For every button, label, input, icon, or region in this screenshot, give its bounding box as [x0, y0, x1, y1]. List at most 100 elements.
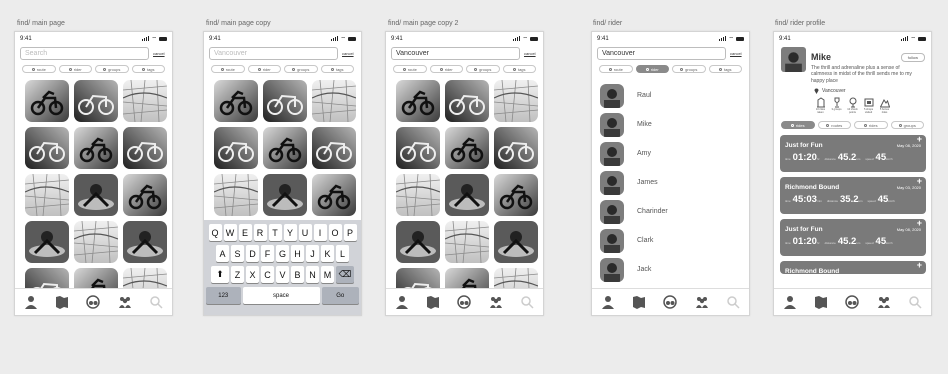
chip-rider[interactable]: rider: [635, 65, 669, 73]
follow-button[interactable]: follow: [900, 52, 925, 62]
map-icon[interactable]: [55, 295, 69, 309]
map-icon[interactable]: [632, 295, 646, 309]
result-tile[interactable]: [396, 174, 440, 216]
list-item[interactable]: Jack: [600, 255, 741, 284]
search-icon[interactable]: [908, 295, 922, 309]
chip-rider[interactable]: rider: [429, 65, 463, 73]
chip-tags[interactable]: tags: [320, 65, 354, 73]
chip-rider[interactable]: rider: [247, 65, 281, 73]
chip-tags[interactable]: tags: [131, 65, 165, 73]
ride-card[interactable]: + Just for Fun May 08, 2020 time 01:20 hr d…: [780, 218, 926, 257]
result-tile[interactable]: [263, 174, 307, 216]
chip-tags[interactable]: tags: [502, 65, 536, 73]
result-tile[interactable]: [74, 127, 118, 169]
chip-route[interactable]: route: [22, 65, 56, 73]
chip-groups[interactable]: groups: [284, 65, 318, 73]
community-icon[interactable]: [118, 295, 132, 309]
list-item[interactable]: Mike: [600, 110, 741, 139]
key-123[interactable]: 123: [206, 287, 241, 304]
result-tile[interactable]: [445, 221, 489, 263]
search-icon[interactable]: [149, 295, 163, 309]
key-p[interactable]: P: [343, 224, 357, 241]
key-b[interactable]: B: [291, 266, 304, 283]
chip-rider[interactable]: rider: [58, 65, 92, 73]
add-icon[interactable]: +: [917, 260, 922, 270]
chip-tags[interactable]: tags: [708, 65, 742, 73]
result-tile[interactable]: [312, 127, 356, 169]
cancel-link[interactable]: cancel: [730, 51, 744, 56]
key-z[interactable]: Z: [231, 266, 244, 283]
cancel-link[interactable]: cancel: [342, 51, 356, 56]
result-tile[interactable]: [214, 174, 258, 216]
key-x[interactable]: X: [246, 266, 259, 283]
key-u[interactable]: U: [298, 224, 312, 241]
shift-icon[interactable]: ⬆: [211, 266, 229, 283]
result-tile[interactable]: [494, 174, 538, 216]
key-f[interactable]: F: [261, 245, 274, 262]
community-icon[interactable]: [489, 295, 503, 309]
add-icon[interactable]: +: [917, 218, 922, 228]
key-j[interactable]: J: [306, 245, 319, 262]
result-tile[interactable]: [123, 174, 167, 216]
result-tile[interactable]: [312, 174, 356, 216]
result-tile[interactable]: [312, 80, 356, 122]
list-item[interactable]: Amy: [600, 139, 741, 168]
result-tile[interactable]: [25, 80, 69, 122]
key-r[interactable]: R: [253, 224, 267, 241]
chip-route[interactable]: route: [599, 65, 633, 73]
result-tile[interactable]: [494, 80, 538, 122]
motorcycle-icon[interactable]: [845, 295, 860, 309]
community-icon[interactable]: [877, 295, 891, 309]
key-n[interactable]: N: [306, 266, 319, 283]
key-h[interactable]: H: [291, 245, 304, 262]
result-tile[interactable]: [263, 127, 307, 169]
key-o[interactable]: O: [328, 224, 342, 241]
list-item[interactable]: James: [600, 168, 741, 197]
profile-icon[interactable]: [783, 295, 797, 309]
backspace-icon[interactable]: ⌫: [336, 266, 354, 283]
result-tile[interactable]: [263, 80, 307, 122]
ride-card[interactable]: + Richmond Bound: [780, 260, 926, 275]
key-w[interactable]: W: [223, 224, 237, 241]
key-s[interactable]: S: [231, 245, 244, 262]
result-tile[interactable]: [25, 127, 69, 169]
key-i[interactable]: I: [313, 224, 327, 241]
result-tile[interactable]: [214, 80, 258, 122]
profile-icon[interactable]: [601, 295, 615, 309]
key-t[interactable]: T: [268, 224, 282, 241]
result-tile[interactable]: [396, 221, 440, 263]
result-tile[interactable]: [74, 80, 118, 122]
key-m[interactable]: M: [321, 266, 334, 283]
key-c[interactable]: C: [261, 266, 274, 283]
key-a[interactable]: A: [216, 245, 229, 262]
cancel-link[interactable]: cancel: [153, 51, 167, 56]
result-tile[interactable]: [445, 174, 489, 216]
result-tile[interactable]: [25, 174, 69, 216]
search-input[interactable]: Vancouver: [597, 47, 726, 60]
result-tile[interactable]: [123, 80, 167, 122]
ride-card[interactable]: + Richmond Bound May 03, 2020 time 45:03 mi…: [780, 176, 926, 215]
result-tile[interactable]: [396, 127, 440, 169]
tab-rides-alt[interactable]: rides: [854, 121, 888, 130]
key-e[interactable]: E: [238, 224, 252, 241]
chip-route[interactable]: route: [393, 65, 427, 73]
result-tile[interactable]: [123, 221, 167, 263]
key-d[interactable]: D: [246, 245, 259, 262]
tab-routes[interactable]: routes: [817, 121, 851, 130]
list-item[interactable]: Charinder: [600, 197, 741, 226]
result-tile[interactable]: [494, 127, 538, 169]
motorcycle-icon[interactable]: [86, 295, 101, 309]
motorcycle-icon[interactable]: [457, 295, 472, 309]
result-tile[interactable]: [74, 221, 118, 263]
map-icon[interactable]: [814, 295, 828, 309]
search-input[interactable]: Vancouver: [209, 47, 338, 60]
key-k[interactable]: K: [321, 245, 334, 262]
tab-groups[interactable]: groups: [890, 121, 924, 130]
result-tile[interactable]: [494, 221, 538, 263]
chip-groups[interactable]: groups: [672, 65, 706, 73]
search-input[interactable]: Vancouver: [391, 47, 520, 60]
chip-groups[interactable]: groups: [466, 65, 500, 73]
result-tile[interactable]: [25, 221, 69, 263]
cancel-link[interactable]: cancel: [524, 51, 538, 56]
search-input[interactable]: Search: [20, 47, 149, 60]
